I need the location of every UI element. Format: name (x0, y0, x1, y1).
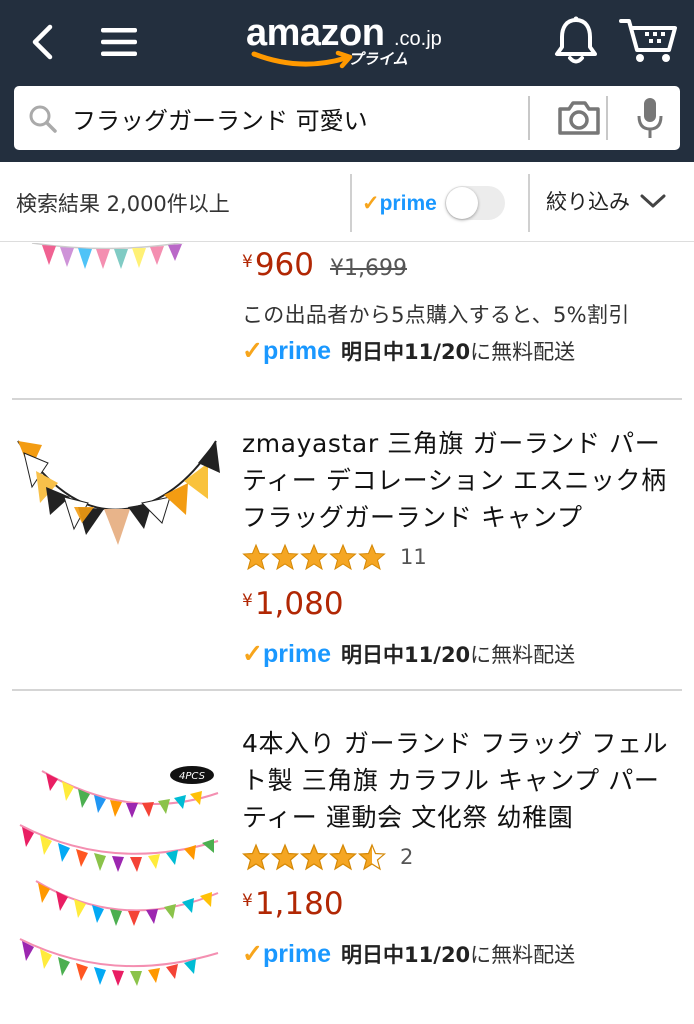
cart-button[interactable] (618, 14, 678, 66)
prime-label: prime (262, 640, 332, 668)
product-card[interactable]: zmayastar 三角旗 ガーランド パーティー デコレーション エスニック柄… (0, 413, 694, 683)
prime-check-icon: ✓ (242, 337, 263, 365)
product-title[interactable]: zmayastar 三角旗 ガーランド パーティー デコレーション エスニック柄… (242, 425, 682, 536)
price-row: ¥ 1,080 (242, 586, 682, 626)
app-header: amazon .co.jp プライム (0, 0, 694, 162)
rating-stars (242, 843, 387, 871)
rating-row: 2 (242, 840, 682, 874)
prime-switch[interactable] (444, 186, 505, 220)
prime-badge: ✓prime (242, 939, 331, 969)
delivery-suffix: に無料配送 (470, 643, 576, 667)
prime-badge: ✓prime (242, 639, 331, 669)
prime-label: prime (262, 337, 332, 365)
chevron-left-icon (32, 24, 53, 60)
delivery-suffix: に無料配送 (470, 943, 576, 967)
list-price: ¥1,699 (330, 256, 407, 281)
product-title[interactable]: 4本入り ガーランド フラッグ フェルト製 三角旗 カラフル キャンプ パーティ… (242, 725, 682, 836)
currency-symbol: ¥ (242, 891, 253, 911)
product-image[interactable] (12, 423, 224, 573)
review-count[interactable]: 2 (400, 845, 413, 869)
camera-search-button[interactable] (542, 94, 616, 142)
result-count: 検索結果 2,000件以上 (16, 192, 230, 216)
prime-filter-toggle[interactable]: ✓prime (362, 180, 522, 226)
filter-bar: 検索結果 2,000件以上 ✓prime 絞り込み (0, 162, 694, 242)
rating-stars (242, 543, 386, 571)
amazon-logo[interactable]: amazon .co.jp プライム (244, 10, 454, 72)
prime-check-icon: ✓ (362, 191, 380, 215)
review-count[interactable]: 11 (400, 545, 427, 569)
bunting-image (31, 243, 185, 269)
deal-note: この出品者から5点購入すると、5%割引 (242, 303, 630, 327)
bell-icon (555, 16, 597, 64)
product-image[interactable]: 4PCS (12, 763, 224, 1013)
product-image[interactable] (12, 243, 224, 293)
product-card[interactable]: 4PCS 4本入り ガーランド フラッグ フェルト製 三角旗 カラフル キャンプ… (0, 713, 694, 1013)
product-list: ¥ 960 ¥1,699 この出品者から5点購入すると、5%割引 ✓prime … (0, 243, 694, 1024)
bunting-image: 4PCS (19, 766, 219, 986)
refine-button[interactable]: 絞り込み (546, 186, 666, 216)
delivery-date: 明日中11/20 (341, 943, 471, 967)
product-card[interactable]: ¥ 960 ¥1,699 この出品者から5点購入すると、5%割引 ✓prime … (0, 243, 694, 393)
search-icon (29, 105, 57, 133)
smile-arrow-icon (251, 50, 353, 69)
prime-check-icon: ✓ (242, 640, 263, 668)
price: 1,080 (254, 586, 344, 622)
refine-label: 絞り込み (546, 190, 630, 214)
currency-symbol: ¥ (242, 252, 253, 272)
divider (12, 398, 682, 400)
switch-knob (445, 187, 478, 219)
price-row: ¥ 960 ¥1,699 (242, 247, 682, 287)
image-badge: 4PCS (179, 771, 206, 782)
delivery-row: ✓prime 明日中11/20 に無料配送 (242, 936, 682, 972)
menu-button[interactable] (96, 20, 142, 64)
divider (12, 689, 682, 691)
camera-icon (558, 101, 600, 135)
hamburger-icon (101, 28, 137, 56)
filter-divider (350, 174, 352, 232)
chevron-down-icon (640, 194, 666, 208)
prime-logo: ✓prime (362, 191, 437, 216)
microphone-icon (637, 98, 663, 138)
price: 1,180 (254, 886, 344, 922)
voice-search-button[interactable] (624, 94, 676, 142)
prime-label: prime (379, 191, 437, 215)
currency-symbol: ¥ (242, 591, 253, 611)
delivery-date: 明日中11/20 (341, 643, 471, 667)
prime-label: prime (262, 940, 332, 968)
cart-icon (619, 19, 677, 62)
filter-divider (528, 174, 530, 232)
delivery-row: ✓prime 明日中11/20 に無料配送 (242, 636, 682, 672)
bunting-image (17, 440, 220, 545)
notifications-button[interactable] (552, 14, 600, 66)
prime-check-icon: ✓ (242, 940, 263, 968)
back-button[interactable] (22, 20, 62, 64)
logo-prime-label: プライム (348, 50, 408, 68)
product-info: zmayastar 三角旗 ガーランド パーティー デコレーション エスニック柄… (242, 425, 682, 672)
search-bar[interactable] (14, 86, 680, 150)
delivery-row: ✓prime 明日中11/20 に無料配送 (242, 333, 682, 369)
delivery-date: 明日中11/20 (341, 340, 471, 364)
product-info: 4本入り ガーランド フラッグ フェルト製 三角旗 カラフル キャンプ パーティ… (242, 725, 682, 972)
price-row: ¥ 1,180 (242, 886, 682, 926)
prime-badge: ✓prime (242, 336, 331, 366)
price: 960 (254, 247, 314, 283)
search-divider (528, 96, 530, 140)
search-divider (606, 96, 608, 140)
product-info: ¥ 960 ¥1,699 この出品者から5点購入すると、5%割引 ✓prime … (242, 243, 682, 369)
search-input[interactable] (72, 86, 532, 150)
rating-row: 11 (242, 540, 682, 574)
delivery-suffix: に無料配送 (470, 340, 576, 364)
